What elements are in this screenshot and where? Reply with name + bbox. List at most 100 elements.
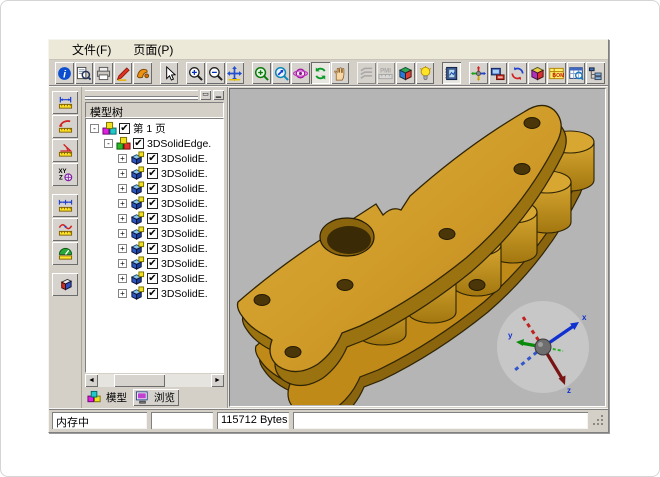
panel-hide-button[interactable]: ▁ — [213, 90, 224, 100]
pmi-button[interactable]: PMI — [377, 62, 396, 84]
layers-button[interactable] — [357, 62, 376, 84]
tree-row[interactable]: + ✔3DSolidE. — [88, 211, 223, 226]
refresh-button[interactable] — [311, 62, 330, 84]
expand-icon[interactable]: + — [118, 199, 127, 208]
expand-icon[interactable]: + — [118, 274, 127, 283]
expand-icon[interactable]: + — [118, 169, 127, 178]
visibility-checkbox[interactable]: ✔ — [147, 213, 158, 224]
solidcube-icon — [530, 66, 545, 81]
tree-row[interactable]: + ✔3DSolidE. — [88, 181, 223, 196]
visibility-checkbox[interactable]: ✔ — [133, 138, 144, 149]
tree-row[interactable]: + ✔3DSolidE. — [88, 226, 223, 241]
animation-button[interactable] — [508, 62, 527, 84]
dynamic-zoom-button[interactable] — [272, 62, 291, 84]
orientation-widget[interactable]: x y z — [491, 298, 595, 398]
expand-icon[interactable]: + — [118, 244, 127, 253]
tree-item-label[interactable]: 3DSolidE. — [161, 168, 208, 180]
tree-item-label[interactable]: 3DSolidEdge. — [147, 138, 211, 150]
gauge-button[interactable] — [52, 242, 78, 265]
visibility-checkbox[interactable]: ✔ — [147, 183, 158, 194]
viewport-3d[interactable]: x y z — [229, 88, 606, 407]
snapshot-button[interactable] — [489, 62, 508, 84]
tab-browse[interactable]: 浏览 — [133, 389, 179, 406]
expand-icon[interactable]: + — [118, 214, 127, 223]
expand-icon[interactable]: + — [118, 259, 127, 268]
tree-row[interactable]: + ✔3DSolidE. — [88, 196, 223, 211]
expand-icon[interactable]: + — [118, 289, 127, 298]
panel-drag-grip[interactable] — [85, 90, 198, 97]
resize-grip[interactable] — [592, 412, 605, 429]
info-button[interactable]: i — [55, 62, 74, 84]
visibility-checkbox[interactable]: ✔ — [119, 123, 130, 134]
standard-views-button[interactable] — [396, 62, 415, 84]
tree-item-label[interactable]: 3DSolidE. — [161, 213, 208, 225]
tree-row[interactable]: + ✔3DSolidE. — [88, 166, 223, 181]
fit-window-button[interactable] — [226, 62, 245, 84]
scroll-thumb[interactable] — [114, 374, 165, 387]
zoom-window-button[interactable] — [252, 62, 271, 84]
render-style-button[interactable] — [133, 62, 152, 84]
select-button[interactable] — [160, 62, 179, 84]
bom-button[interactable]: BOM — [547, 62, 566, 84]
measure-distance-button[interactable] — [52, 91, 78, 114]
scroll-left-arrow[interactable]: ◄ — [85, 374, 98, 387]
measure-coordinate-button[interactable]: XYZ — [52, 163, 78, 186]
measure-curve-button[interactable] — [52, 218, 78, 241]
visibility-checkbox[interactable]: ✔ — [147, 153, 158, 164]
tree-item-label[interactable]: 3DSolidE. — [161, 273, 208, 285]
tree-row[interactable]: + ✔3DSolidE. — [88, 256, 223, 271]
tree-item-label[interactable]: 3DSolidE. — [161, 258, 208, 270]
panel-float-button[interactable]: ▭ — [200, 90, 211, 100]
explode-button[interactable] — [469, 62, 488, 84]
expand-icon[interactable]: + — [118, 154, 127, 163]
toolbar-separator — [153, 62, 160, 84]
measure-radius-button[interactable] — [52, 115, 78, 138]
markup-pen-button[interactable] — [114, 62, 133, 84]
solid-display-button[interactable] — [528, 62, 547, 84]
menu-file[interactable]: 文件(F) — [63, 40, 120, 59]
measure-chain-button[interactable] — [52, 194, 78, 217]
tree-row[interactable]: + ✔3DSolidE. — [88, 286, 223, 301]
notebook-view-button[interactable] — [442, 62, 461, 84]
visibility-checkbox[interactable]: ✔ — [147, 273, 158, 284]
tree-item-label[interactable]: 3DSolidE. — [161, 198, 208, 210]
visibility-checkbox[interactable]: ✔ — [147, 228, 158, 239]
bom-table-button[interactable] — [567, 62, 586, 84]
collapse-icon[interactable]: - — [90, 124, 99, 133]
orbit-button[interactable] — [291, 62, 310, 84]
export-model-button[interactable] — [52, 273, 78, 296]
structure-tree-button[interactable] — [586, 62, 605, 84]
part-icon — [130, 241, 145, 256]
tree-row[interactable]: + ✔3DSolidE. — [88, 151, 223, 166]
tree-item-label[interactable]: 第 1 页 — [133, 121, 166, 136]
visibility-checkbox[interactable]: ✔ — [147, 168, 158, 179]
zoom-in-button[interactable] — [186, 62, 205, 84]
refresh-icon — [313, 66, 328, 81]
pan-hand-button[interactable] — [331, 62, 350, 84]
tab-model[interactable]: 模型 — [85, 389, 131, 406]
tree-item-label[interactable]: 3DSolidE. — [161, 243, 208, 255]
visibility-checkbox[interactable]: ✔ — [147, 243, 158, 254]
tree-row[interactable]: - ✔第 1 页 — [88, 121, 223, 136]
print-preview-button[interactable] — [75, 62, 94, 84]
tree-item-label[interactable]: 3DSolidE. — [161, 228, 208, 240]
measure-angle-button[interactable] — [52, 139, 78, 162]
scroll-right-arrow[interactable]: ► — [211, 374, 224, 387]
visibility-checkbox[interactable]: ✔ — [147, 288, 158, 299]
expand-icon[interactable]: + — [118, 229, 127, 238]
tree-item-label[interactable]: 3DSolidE. — [161, 153, 208, 165]
scroll-track[interactable] — [98, 374, 211, 387]
visibility-checkbox[interactable]: ✔ — [147, 258, 158, 269]
zoom-out-button[interactable] — [206, 62, 225, 84]
tree-item-label[interactable]: 3DSolidE. — [161, 183, 208, 195]
tree-row[interactable]: - ✔3DSolidEdge. — [88, 136, 223, 151]
lighting-button[interactable] — [416, 62, 435, 84]
print-button[interactable] — [94, 62, 113, 84]
expand-icon[interactable]: + — [118, 184, 127, 193]
menu-page[interactable]: 页面(P) — [124, 40, 182, 59]
visibility-checkbox[interactable]: ✔ — [147, 198, 158, 209]
tree-item-label[interactable]: 3DSolidE. — [161, 288, 208, 300]
tree-row[interactable]: + ✔3DSolidE. — [88, 241, 223, 256]
collapse-icon[interactable]: - — [104, 139, 113, 148]
tree-row[interactable]: + ✔3DSolidE. — [88, 271, 223, 286]
